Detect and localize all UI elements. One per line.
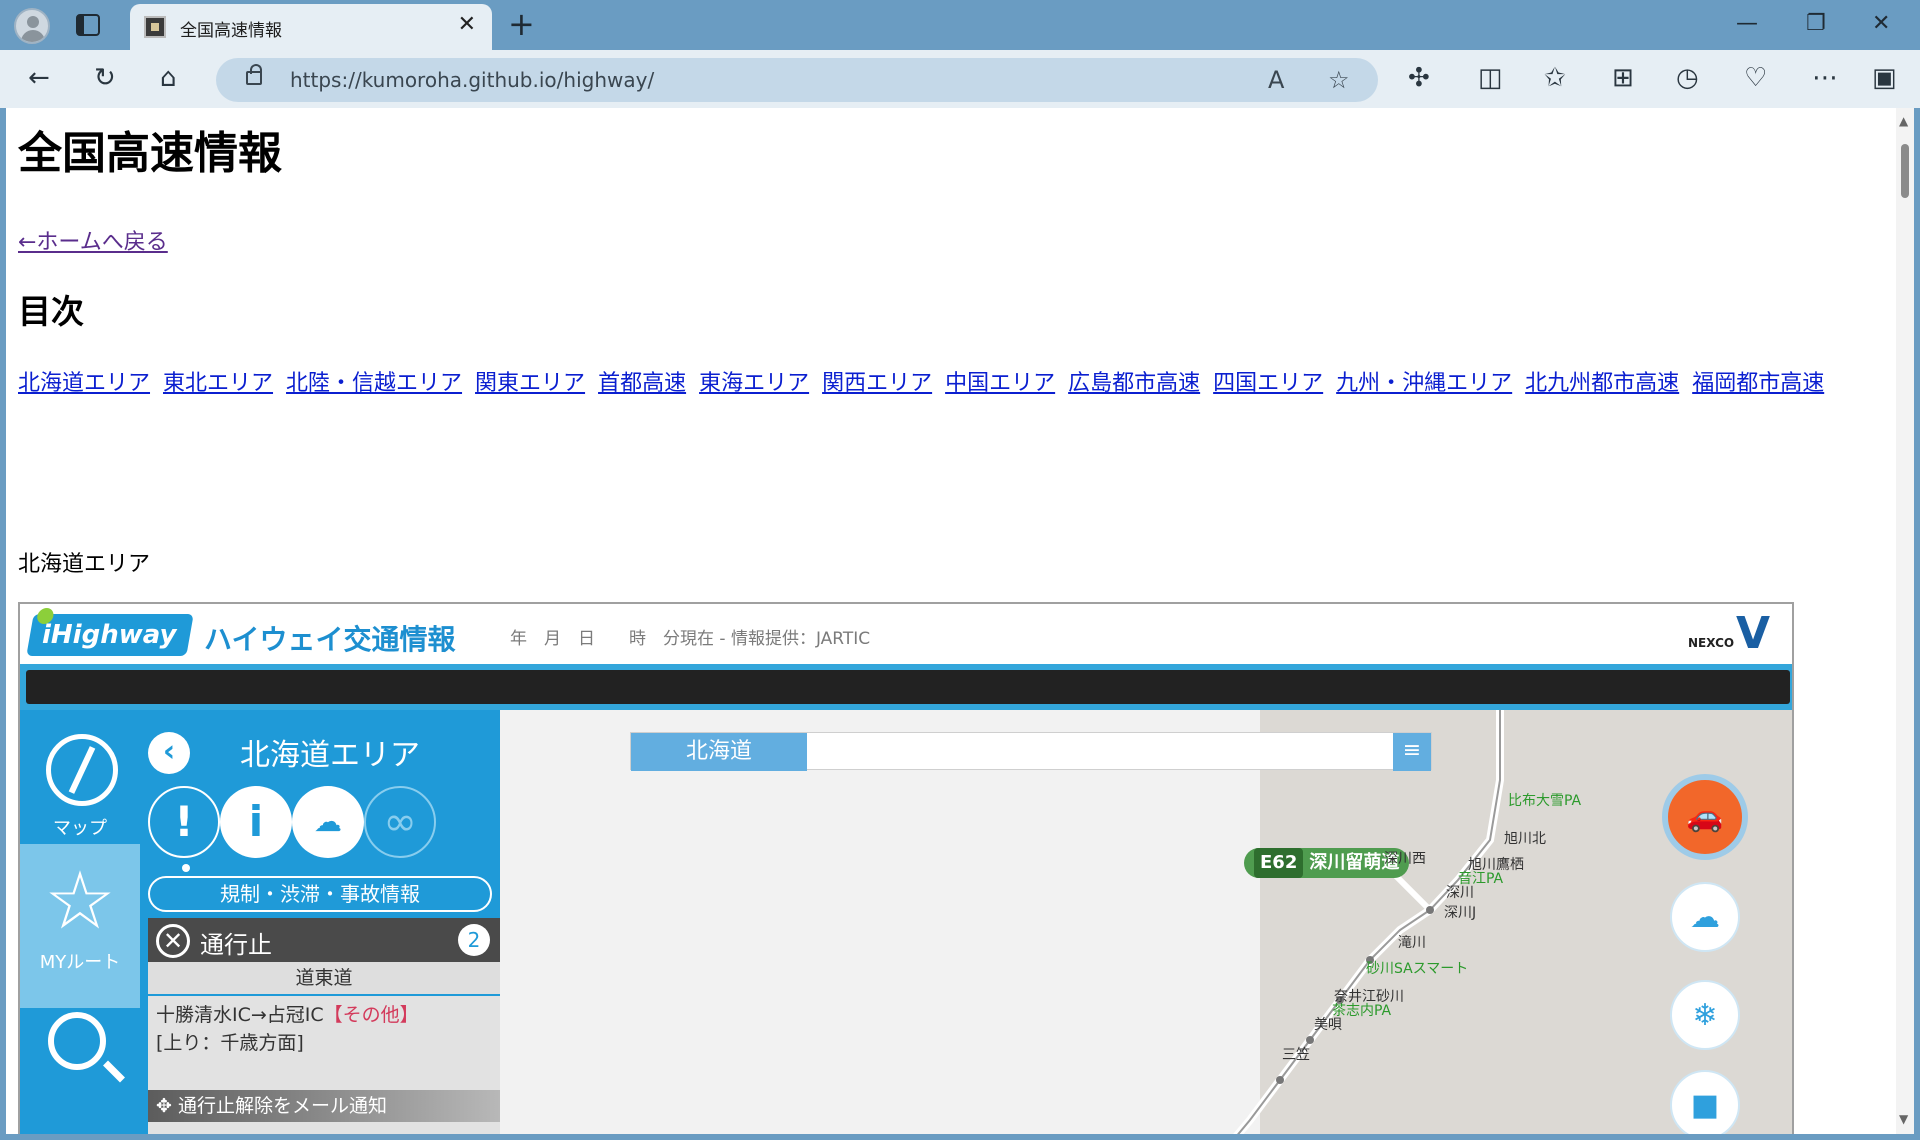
back-arrow-icon[interactable]: ← bbox=[28, 62, 50, 94]
scroll-up-arrow-icon[interactable]: ▲ bbox=[1899, 114, 1908, 128]
toc-link[interactable]: 東北エリア bbox=[163, 371, 273, 396]
refresh-icon[interactable]: ↻ bbox=[94, 62, 116, 94]
tab-favicon-icon bbox=[144, 16, 166, 38]
traffic-info-tab[interactable]: 規制・渋滞・事故情報 bbox=[148, 876, 492, 912]
toc-link[interactable]: 福岡都市高速 bbox=[1692, 371, 1824, 396]
toc-links: 北海道エリア 東北エリア 北陸・信越エリア 関東エリア 首都高速 東海エリア 関… bbox=[18, 366, 1878, 402]
page-content: 全国高速情報 ←ホームへ戻る 目次 北海道エリア 東北エリア 北陸・信越エリア … bbox=[18, 126, 1888, 577]
info-icon[interactable]: i bbox=[220, 786, 292, 858]
favorites-icon[interactable]: ✩ bbox=[1544, 62, 1566, 94]
collections-icon[interactable]: ⊞ bbox=[1612, 62, 1634, 94]
sidebar-toggle-icon[interactable]: ▣ bbox=[1872, 62, 1897, 94]
camera-icon[interactable]: ■ bbox=[1670, 1070, 1740, 1134]
vertical-scrollbar[interactable]: ▲ ▼ bbox=[1896, 108, 1914, 1134]
back-home-link[interactable]: ←ホームへ戻る bbox=[18, 224, 168, 256]
toc-link[interactable]: 北陸・信越エリア bbox=[286, 371, 462, 396]
scroll-down-arrow-icon[interactable]: ▼ bbox=[1899, 1112, 1908, 1126]
maximize-button[interactable]: ❐ bbox=[1806, 10, 1826, 38]
toc-heading: 目次 bbox=[18, 292, 84, 331]
split-screen-icon[interactable]: ◫ bbox=[1478, 62, 1503, 94]
extensions-icon[interactable]: ✣ bbox=[1408, 62, 1430, 94]
compass-icon bbox=[46, 734, 118, 806]
browser-toolbar: ← ↻ ⌂ https://kumoroha.github.io/highway… bbox=[0, 50, 1920, 108]
nexco-logo: NEXCO V bbox=[1688, 608, 1771, 659]
minimize-button[interactable]: — bbox=[1736, 10, 1758, 38]
url-text[interactable]: https://kumoroha.github.io/highway/ bbox=[290, 68, 654, 92]
lock-icon bbox=[246, 64, 262, 85]
map-place: 旭川北 bbox=[1504, 831, 1546, 847]
sidebar-item-search[interactable] bbox=[20, 978, 140, 1134]
active-tab[interactable]: 全国高速情報 ✕ bbox=[130, 4, 492, 50]
toc-link[interactable]: 関東エリア bbox=[475, 371, 585, 396]
more-menu-icon[interactable]: ⋯ bbox=[1812, 62, 1838, 94]
toc-link[interactable]: 東海エリア bbox=[699, 371, 809, 396]
closure-header[interactable]: ✕ 通行止 2 bbox=[148, 918, 500, 962]
ihighway-info-panel: ‹ 北海道エリア ! i ☁ ∞ 規制・渋滞・事故情報 ✕ 通行止 2 道東道 … bbox=[140, 710, 500, 1134]
snow-cloud-icon[interactable]: ☁ bbox=[292, 786, 364, 858]
star-icon: ☆ bbox=[44, 854, 116, 947]
ihighway-logo: iHighway bbox=[26, 608, 194, 656]
link-icon[interactable]: ∞ bbox=[364, 786, 436, 858]
region-name: 北海道 bbox=[631, 733, 807, 771]
toc-link[interactable]: 北九州都市高速 bbox=[1525, 371, 1679, 396]
snow-cloud-icon[interactable]: ☁ bbox=[1670, 882, 1740, 952]
panel-title: 北海道エリア bbox=[240, 738, 420, 773]
map-place: 滝川 bbox=[1398, 935, 1426, 951]
closure-icon: ✕ bbox=[156, 924, 190, 958]
new-tab-button[interactable]: + bbox=[508, 6, 535, 42]
map-place: 砂川SAスマート bbox=[1366, 961, 1469, 977]
map-place: 比布大雪PA bbox=[1508, 793, 1582, 809]
toc-link[interactable]: 中国エリア bbox=[945, 371, 1055, 396]
favorite-star-icon[interactable]: ☆ bbox=[1328, 66, 1350, 94]
ihighway-header: iHighway ハイウェイ交通情報 年 月 日 時 分現在 - 情報提供：JA… bbox=[20, 604, 1792, 664]
car-icon[interactable]: 🚗 bbox=[1662, 774, 1748, 860]
map-place: 三笠 bbox=[1282, 1047, 1310, 1063]
history-icon[interactable]: ◷ bbox=[1676, 62, 1699, 94]
toc-link[interactable]: 北海道エリア bbox=[18, 371, 150, 396]
search-icon bbox=[48, 1012, 106, 1070]
tab-strip: 全国高速情報 ✕ + — ❐ ✕ bbox=[0, 0, 1920, 50]
read-aloud-icon[interactable]: A bbox=[1268, 66, 1284, 94]
close-window-button[interactable]: ✕ bbox=[1872, 10, 1890, 38]
closure-item[interactable]: 十勝清水IC→占冠IC【その他】 [上り：千歳方面] ✥ 通行止解除をメール通知 bbox=[148, 996, 500, 1134]
ihighway-map[interactable]: 北海道 ≡ E62 深川留萌道 比布大雪PA 旭川北 旭川鷹栖 音江PA 深川西 … bbox=[500, 710, 1792, 1134]
home-icon[interactable]: ⌂ bbox=[160, 62, 177, 94]
toc-link[interactable]: 関西エリア bbox=[822, 371, 932, 396]
selected-indicator bbox=[182, 864, 190, 872]
toc-link[interactable]: 九州・沖縄エリア bbox=[1336, 371, 1512, 396]
panel-back-button[interactable]: ‹ bbox=[148, 732, 190, 774]
hamburger-menu-icon[interactable]: ≡ bbox=[1393, 733, 1431, 771]
tab-actions-icon[interactable] bbox=[76, 14, 100, 36]
tab-title: 全国高速情報 bbox=[180, 21, 282, 41]
page-title: 全国高速情報 bbox=[18, 128, 282, 179]
browser-window: 全国高速情報 ✕ + — ❐ ✕ ← ↻ ⌂ https://kumoroha.… bbox=[0, 0, 1920, 1140]
ihighway-title: ハイウェイ交通情報 bbox=[204, 623, 456, 656]
map-place: 深川西 bbox=[1384, 851, 1426, 867]
ihighway-date-line: 年 月 日 時 分現在 - 情報提供：JARTIC bbox=[510, 629, 871, 649]
address-bar[interactable]: https://kumoroha.github.io/highway/ A ☆ bbox=[216, 58, 1378, 102]
tab-close-icon[interactable]: ✕ bbox=[458, 14, 476, 36]
browser-essentials-icon[interactable]: ♡ bbox=[1744, 62, 1767, 94]
toc-link[interactable]: 四国エリア bbox=[1213, 371, 1323, 396]
road-name: 道東道 bbox=[148, 962, 500, 994]
ihighway-sidebar: マップ ☆ MYルート bbox=[20, 710, 140, 1134]
expressway-lines bbox=[1233, 710, 1504, 1134]
section-label: 北海道エリア bbox=[18, 552, 151, 577]
map-place: 深川 bbox=[1446, 885, 1474, 901]
map-place: 美唄 bbox=[1314, 1017, 1342, 1033]
closure-count-badge: 2 bbox=[458, 924, 490, 956]
scrollbar-thumb[interactable] bbox=[1901, 144, 1909, 198]
region-selector[interactable]: 北海道 ≡ bbox=[630, 732, 1432, 771]
map-place: 深川J bbox=[1444, 905, 1477, 921]
profile-avatar[interactable] bbox=[14, 8, 50, 44]
ihighway-ticker-bar bbox=[20, 664, 1792, 710]
warning-icon[interactable]: ! bbox=[148, 786, 220, 858]
page-viewport: 全国高速情報 ←ホームへ戻る 目次 北海道エリア 東北エリア 北陸・信越エリア … bbox=[6, 108, 1914, 1134]
mail-notify-button[interactable]: ✥ 通行止解除をメール通知 bbox=[148, 1090, 500, 1122]
ihighway-embed[interactable]: iHighway ハイウェイ交通情報 年 月 日 時 分現在 - 情報提供：JA… bbox=[18, 602, 1794, 1134]
snow-camera-icon[interactable]: ❄ bbox=[1670, 980, 1740, 1050]
toc-link[interactable]: 広島都市高速 bbox=[1068, 371, 1200, 396]
toc-link[interactable]: 首都高速 bbox=[598, 371, 686, 396]
